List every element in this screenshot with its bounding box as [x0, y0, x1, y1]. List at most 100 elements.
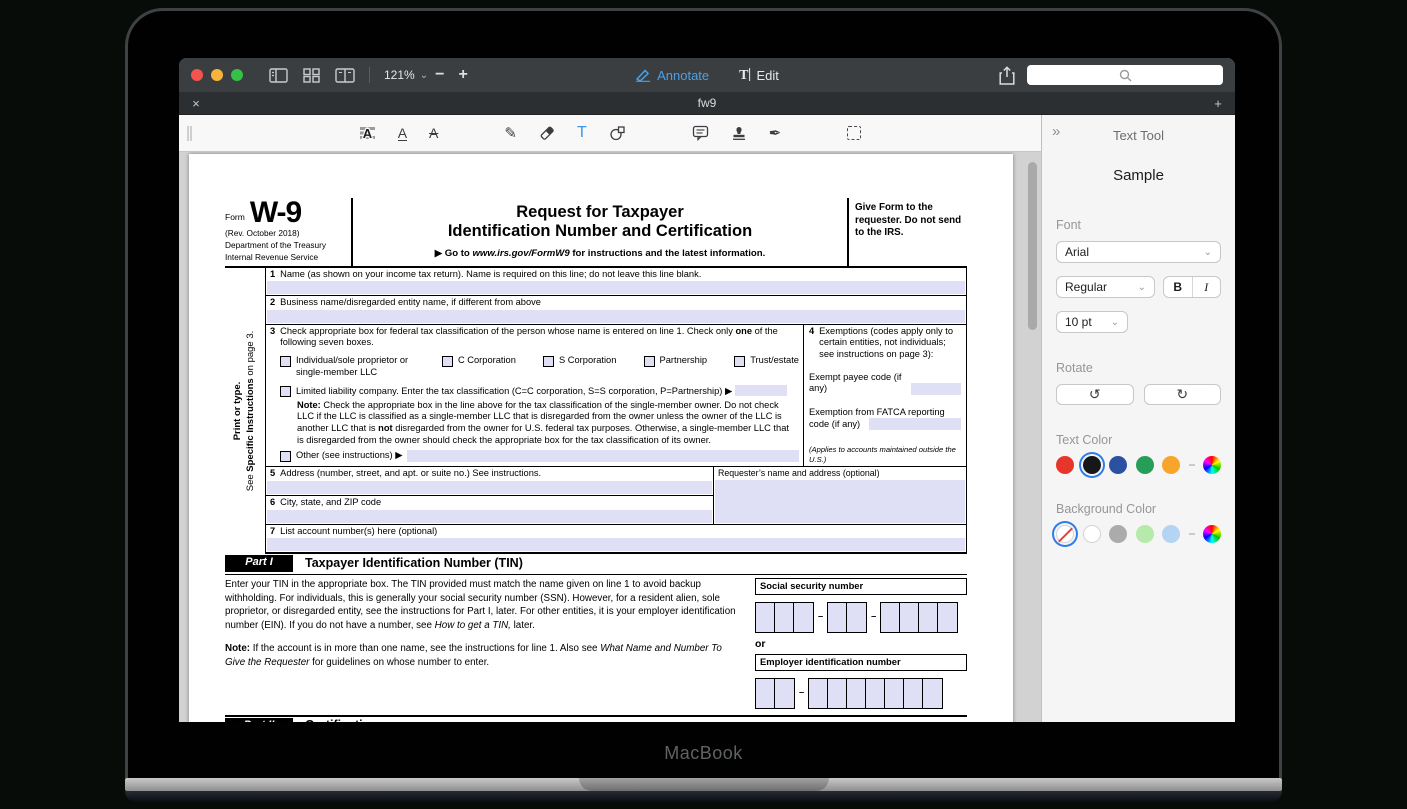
checkbox-partnership[interactable]: [644, 356, 655, 367]
eraser-tool-icon[interactable]: [539, 125, 555, 141]
bg-color-wheel[interactable]: [1203, 525, 1221, 543]
ssn-digit[interactable]: [756, 603, 775, 632]
selection-tool-icon[interactable]: [847, 126, 861, 140]
fatca-code-field[interactable]: [869, 418, 961, 430]
bg-color-light-blue[interactable]: [1162, 525, 1180, 543]
checkbox-llc[interactable]: [280, 386, 291, 397]
highlight-tool-icon[interactable]: A: [359, 125, 376, 141]
close-tab-icon[interactable]: ×: [189, 96, 203, 111]
vertical-scrollbar[interactable]: [1028, 162, 1037, 330]
font-style-select[interactable]: Regular ⌄: [1056, 276, 1155, 298]
llc-classification-field[interactable]: [735, 385, 787, 396]
ssn-digit[interactable]: [828, 603, 847, 632]
close-window-button[interactable]: [191, 69, 203, 81]
svg-text:A: A: [362, 126, 372, 141]
name-field[interactable]: [267, 281, 965, 294]
annotate-mode-tab[interactable]: Annotate: [635, 68, 709, 83]
ein-digit[interactable]: [904, 679, 923, 708]
city-state-zip-field[interactable]: [267, 510, 712, 523]
bg-color-white[interactable]: [1083, 525, 1101, 543]
text-color-red[interactable]: [1056, 456, 1074, 474]
italic-button[interactable]: I: [1193, 277, 1221, 297]
rotate-left-button[interactable]: ↺: [1056, 384, 1134, 405]
font-style-value: Regular: [1065, 280, 1107, 294]
text-color-black-selected[interactable]: [1083, 456, 1101, 474]
ein-digit[interactable]: [847, 679, 866, 708]
thumbnail-grid-icon[interactable]: [303, 68, 320, 83]
line4-cell: 4Exemptions (codes apply only to certain…: [803, 325, 966, 467]
sidebar-panel-icon[interactable]: [269, 68, 288, 83]
rotate-section-label: Rotate: [1056, 361, 1221, 375]
requester-label: Requester’s name and address (optional): [718, 468, 880, 479]
checkbox-individual[interactable]: [280, 356, 291, 367]
bg-color-light-green[interactable]: [1136, 525, 1154, 543]
rotate-right-button[interactable]: ↻: [1144, 384, 1222, 405]
document-tab-title[interactable]: fw9: [203, 96, 1211, 110]
search-input[interactable]: [1027, 65, 1223, 85]
exempt-payee-label: Exempt payee code (if any): [809, 372, 911, 395]
text-color-wheel[interactable]: [1203, 456, 1221, 474]
ssn-digit[interactable]: [775, 603, 794, 632]
signature-pen-tool-icon[interactable]: ✒: [769, 126, 782, 141]
ssn-digit[interactable]: [900, 603, 919, 632]
w9-form: Form W-9 (Rev. October 2018) Department …: [225, 198, 967, 722]
collapse-sidebar-icon[interactable]: »: [1052, 123, 1060, 140]
comment-tool-icon[interactable]: [692, 125, 709, 141]
shape-tool-icon[interactable]: [609, 125, 626, 141]
bg-color-gray[interactable]: [1109, 525, 1127, 543]
ein-digit[interactable]: [809, 679, 828, 708]
swatch-divider: [1189, 533, 1195, 535]
checkbox-other[interactable]: [280, 451, 291, 462]
checkbox-s-corporation[interactable]: [543, 356, 554, 367]
two-page-view-icon[interactable]: [335, 68, 355, 83]
ein-digit[interactable]: [775, 679, 794, 708]
share-icon[interactable]: [999, 66, 1015, 85]
minimize-window-button[interactable]: [211, 69, 223, 81]
business-name-field[interactable]: [267, 310, 965, 323]
pencil-tool-icon[interactable]: ✎: [504, 126, 517, 141]
font-size-select[interactable]: 10 pt ⌄: [1056, 311, 1128, 333]
account-numbers-field[interactable]: [267, 538, 965, 551]
checkbox-trust-estate[interactable]: [734, 356, 745, 367]
address-field[interactable]: [267, 481, 712, 494]
text-tool-icon[interactable]: T: [577, 125, 587, 141]
toolbar-drag-handle[interactable]: [187, 126, 192, 141]
part2-title: Certification: [305, 718, 378, 722]
ein-digit[interactable]: [885, 679, 904, 708]
ssn-digit[interactable]: [881, 603, 900, 632]
zoom-in-button[interactable]: +: [451, 66, 474, 84]
zoom-level-value[interactable]: 121%: [384, 68, 415, 82]
underline-tool-icon[interactable]: A: [398, 126, 407, 141]
other-field[interactable]: [407, 450, 799, 462]
ssn-digit[interactable]: [919, 603, 938, 632]
ssn-digit[interactable]: [938, 603, 957, 632]
edit-mode-tab[interactable]: T Edit: [739, 67, 779, 84]
bold-button[interactable]: B: [1164, 277, 1193, 297]
checkbox-llc-label: Limited liability company. Enter the tax…: [296, 386, 732, 396]
edit-text-icon: T: [739, 67, 750, 84]
requester-field[interactable]: [715, 480, 965, 522]
ein-digit[interactable]: [828, 679, 847, 708]
stamp-tool-icon[interactable]: [731, 125, 747, 141]
ssn-boxes: – –: [755, 602, 967, 633]
ein-digit[interactable]: [923, 679, 942, 708]
zoom-out-button[interactable]: −: [428, 66, 451, 84]
exempt-payee-field[interactable]: [911, 383, 961, 395]
ein-digit[interactable]: [756, 679, 775, 708]
text-color-blue[interactable]: [1109, 456, 1127, 474]
checkbox-c-corporation[interactable]: [442, 356, 453, 367]
add-tab-icon[interactable]: +: [1211, 96, 1225, 111]
strikethrough-tool-icon[interactable]: A: [429, 126, 438, 140]
font-family-select[interactable]: Arial ⌄: [1056, 241, 1221, 263]
text-color-green[interactable]: [1136, 456, 1154, 474]
zoom-window-button[interactable]: [231, 69, 243, 81]
ssn-dash: –: [871, 611, 876, 623]
ein-digit[interactable]: [866, 679, 885, 708]
ssn-digit[interactable]: [794, 603, 813, 632]
document-viewport[interactable]: Form W-9 (Rev. October 2018) Department …: [179, 152, 1041, 722]
line3-note: Note: Check the appropriate box in the l…: [297, 400, 797, 446]
ssn-digit[interactable]: [847, 603, 866, 632]
bg-color-none-selected[interactable]: [1056, 525, 1074, 543]
applies-note: (Applies to accounts maintained outside …: [809, 445, 961, 464]
text-color-orange[interactable]: [1162, 456, 1180, 474]
